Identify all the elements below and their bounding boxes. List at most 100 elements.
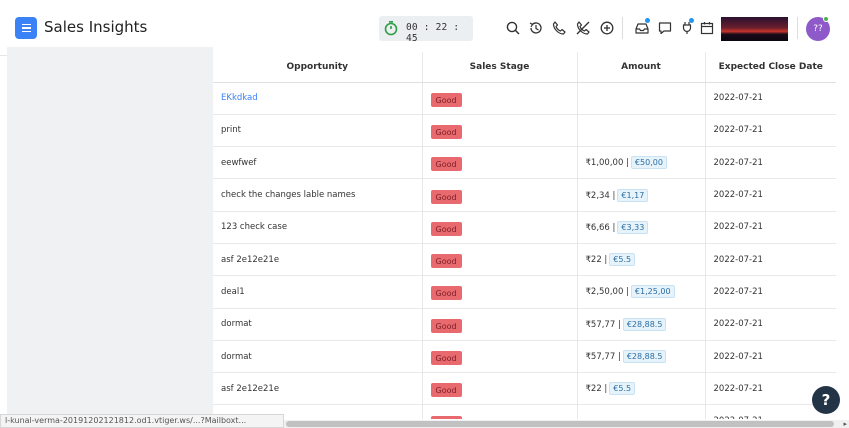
opportunity-link[interactable]: EKkdkad	[221, 93, 258, 103]
amount-cell: ₹22 | €5.5	[577, 243, 706, 277]
amount-inr: ₹57,77 |	[585, 319, 621, 330]
amount-eur-tag: €28,88.5	[622, 317, 667, 331]
online-status-dot	[823, 16, 829, 22]
table-row[interactable]: dormat Good ₹57,77 | €28,88.5 2022-07-21	[213, 340, 836, 374]
sales-stage-cell: Good	[422, 275, 578, 309]
close-date-cell: 2022-07-21	[705, 340, 836, 374]
opportunities-table: Opportunity Sales Stage Amount Expected …	[213, 52, 836, 419]
table-row[interactable]: Good 2022-07-21	[213, 404, 836, 419]
close-date-cell: 2022-07-21	[705, 82, 836, 115]
close-date: 2022-07-21	[713, 383, 763, 394]
amount-inr: ₹6,66 |	[585, 222, 616, 233]
column-header-amount[interactable]: Amount	[577, 52, 706, 83]
sales-stage-badge: Good	[430, 286, 462, 301]
amount-cell	[577, 114, 706, 148]
opportunity-name: eewfwef	[221, 157, 257, 168]
opportunity-cell: asf 2e12e21e	[213, 243, 423, 277]
amount-cell: ₹57,77 | €28,88.5	[577, 340, 706, 374]
close-date-cell: 2022-07-21	[705, 146, 836, 180]
opportunity-cell: check the changes lable names	[213, 178, 423, 212]
sales-stage-cell: Good	[422, 146, 578, 180]
amount-cell: ₹2,34 | €1,17	[577, 178, 706, 212]
amount-cell: ₹22 | €5.5	[577, 372, 706, 406]
phone-icon[interactable]	[551, 20, 567, 36]
amount-cell: ₹1,00,00 | €50,00	[577, 146, 706, 180]
close-date: 2022-07-21	[714, 416, 763, 419]
add-circle-icon[interactable]	[599, 20, 615, 36]
table-row[interactable]: print Good 2022-07-21	[213, 114, 836, 148]
close-date: 2022-07-21	[713, 93, 763, 104]
amount-inr: ₹22 |	[585, 384, 608, 395]
opportunity-cell: dormat	[213, 308, 423, 341]
table-row[interactable]: asf 2e12e21e Good ₹22 | €5.5 2022-07-21	[213, 243, 836, 277]
opportunity-cell: print	[213, 114, 423, 148]
sales-stage-cell: Good	[422, 82, 578, 115]
sales-stage-cell: Good	[422, 308, 578, 341]
amount-cell: ₹57,77 | €28,88.5	[577, 308, 706, 341]
table-row[interactable]: EKkdkad Good 2022-07-21	[213, 82, 836, 115]
search-icon[interactable]	[505, 20, 521, 36]
help-button[interactable]: ?	[812, 386, 840, 414]
chat-icon[interactable]	[657, 20, 673, 36]
close-date: 2022-07-21	[713, 254, 763, 265]
opportunity-cell: 123 check case	[213, 211, 423, 244]
amount-eur-tag: €50,00	[630, 156, 667, 170]
sales-stage-badge: Good	[430, 92, 462, 107]
close-date: 2022-07-21	[713, 157, 763, 168]
sales-stage-cell: Good	[422, 211, 578, 244]
sales-stage-badge: Good	[430, 351, 462, 366]
sales-stage-badge: Good	[430, 157, 462, 172]
hamburger-menu-icon[interactable]	[15, 17, 37, 39]
table-row[interactable]: dormat Good ₹57,77 | €28,88.5 2022-07-21	[213, 308, 836, 341]
history-icon[interactable]	[528, 20, 544, 36]
column-header-sales-stage[interactable]: Sales Stage	[422, 52, 578, 83]
close-date-cell: 2022-07-21	[705, 178, 836, 212]
company-logo-banner[interactable]	[721, 17, 788, 41]
opportunity-name: dormat	[221, 319, 252, 330]
amount-cell	[577, 82, 706, 115]
browser-status-url: l-kunal-verma-20191202121812.od1.vtiger.…	[0, 414, 284, 428]
close-date: 2022-07-21	[713, 190, 763, 201]
table-row[interactable]: 123 check case Good ₹6,66 | €3,33 2022-07-21	[213, 211, 836, 244]
opportunity-name: asf 2e12e21e	[221, 254, 280, 265]
opportunity-name: deal1	[221, 286, 245, 297]
close-date-cell: 2022-07-21	[705, 211, 836, 244]
amount-eur-tag: €28,88.5	[622, 350, 667, 364]
amount-inr: ₹2,34 |	[585, 190, 616, 201]
opportunity-name: asf 2e12e21e	[221, 383, 280, 394]
opportunity-name: dormat	[221, 351, 252, 362]
scroll-right-arrow-icon[interactable]: ▸	[843, 420, 847, 428]
close-date-cell: 2022-07-21	[705, 243, 836, 277]
column-header-expected-close-date[interactable]: Expected Close Date	[705, 52, 836, 83]
sales-stage-badge: Good	[430, 124, 462, 139]
horizontal-scrollbar[interactable]: ▸	[284, 420, 849, 428]
close-date-cell: 2022-07-21	[705, 275, 836, 309]
amount-eur-tag: €1,25,00	[630, 285, 675, 299]
column-header-opportunity[interactable]: Opportunity	[213, 52, 423, 83]
amount-eur-tag: €5.5	[609, 382, 636, 396]
table-row[interactable]: deal1 Good ₹2,50,00 | €1,25,00 2022-07-21	[213, 275, 836, 309]
close-date-cell: 2022-07-21	[705, 308, 836, 341]
sales-stage-cell: Good	[422, 243, 578, 277]
table-row[interactable]: check the changes lable names Good ₹2,34 |…	[213, 178, 836, 212]
scrollbar-thumb[interactable]	[286, 421, 834, 427]
amount-cell: ₹6,66 | €3,33	[577, 211, 706, 244]
header-divider	[622, 17, 623, 39]
sales-stage-badge: Good	[430, 318, 462, 333]
sales-stage-badge: Good	[430, 254, 462, 269]
plug-notification-dot	[689, 18, 694, 23]
amount-eur-tag: €5.5	[609, 253, 636, 267]
right-gutter	[836, 47, 849, 420]
table-row[interactable]: eewfwef Good ₹1,00,00 | €50,00 2022-07-21	[213, 146, 836, 180]
amount-cell: ₹2,50,00 | €1,25,00	[577, 275, 706, 309]
sales-stage-cell: Good	[422, 114, 578, 148]
table-row[interactable]: asf 2e12e21e Good ₹22 | €5.5 2022-07-21	[213, 372, 836, 406]
table-header-row: Opportunity Sales Stage Amount Expected …	[213, 52, 836, 83]
call-timer[interactable]: 00 : 22 : 45	[379, 16, 473, 44]
close-date: 2022-07-21	[713, 222, 763, 233]
sales-stage-badge: Good	[430, 189, 462, 204]
calendar-icon[interactable]	[699, 20, 715, 36]
phone-off-icon[interactable]	[575, 20, 591, 36]
sales-stage-badge: Good	[430, 383, 462, 398]
opportunity-cell: deal1	[213, 275, 423, 309]
